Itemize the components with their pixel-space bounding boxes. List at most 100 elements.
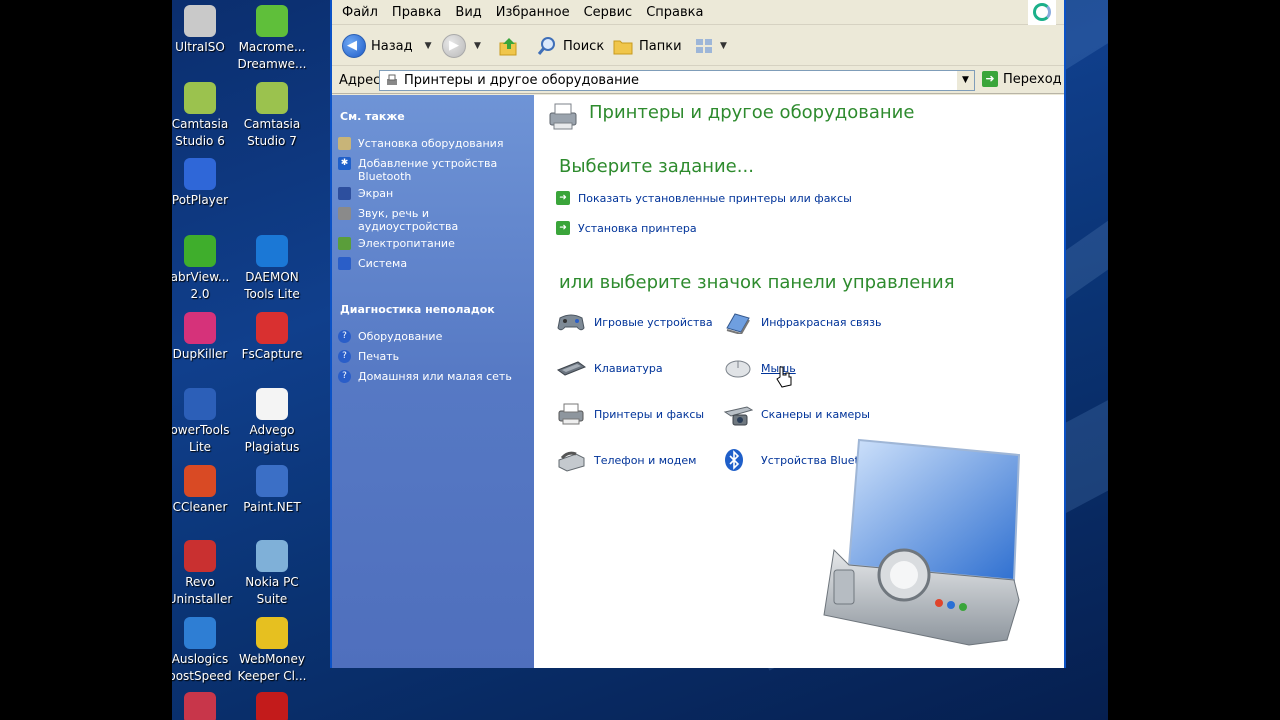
menu-edit[interactable]: Правка — [392, 5, 441, 20]
back-button[interactable]: ◀ Назад ▼ — [342, 33, 432, 59]
folders-icon — [613, 40, 633, 55]
desktop-icon-label: Nokia PC Suite — [245, 575, 299, 606]
desktop-icon-label: PotPlayer — [172, 193, 229, 207]
desktop-icon[interactable]: Macrome... Dreamwe... — [234, 5, 310, 73]
cp-item-keyboard[interactable]: Клавиатура — [556, 356, 663, 380]
desktop-icon[interactable]: Nokia PC Suite — [234, 540, 310, 608]
menu-view[interactable]: Вид — [455, 5, 481, 20]
help-icon: ? — [338, 370, 351, 383]
views-dropdown-icon[interactable]: ▼ — [720, 41, 727, 51]
forward-button[interactable]: ▶ ▼ — [442, 33, 481, 59]
see-also-title: См. также — [340, 110, 405, 123]
views-button[interactable]: ▼ — [694, 33, 727, 59]
forward-arrow-icon: ▶ — [442, 34, 466, 58]
hand-cursor-icon — [776, 366, 792, 388]
troubleshoot-item-printing[interactable]: ? Печать — [338, 350, 528, 363]
desktop-icon[interactable]: abrView... 2.0 — [172, 235, 238, 303]
folders-button[interactable]: Папки — [612, 33, 682, 59]
see-also-label: Система — [358, 257, 408, 270]
desktop-icon-label: FsCapture — [241, 347, 303, 361]
address-value: Принтеры и другое оборудование — [404, 73, 640, 88]
desktop-icon[interactable] — [234, 692, 310, 720]
revo-icon — [184, 540, 216, 572]
cp-item-printers-faxes[interactable]: Принтеры и факсы — [556, 402, 704, 426]
see-also-item-hardware-install[interactable]: Установка оборудования — [338, 137, 528, 150]
desktop-icon-label: Camtasia Studio 7 — [243, 117, 301, 148]
desktop-icon-label: Camtasia Studio 6 — [172, 117, 229, 148]
desktop-icon[interactable]: Revo Uninstaller — [172, 540, 238, 608]
up-folder-button[interactable] — [498, 33, 520, 59]
cp-item-label: Инфракрасная связь — [761, 315, 882, 329]
potplayer-icon — [184, 158, 216, 190]
page-title: Принтеры и другое оборудование — [589, 102, 915, 123]
desktop-icon-label: DAEMON Tools Lite — [244, 270, 300, 301]
nokia-icon — [256, 540, 288, 572]
desktop-icon[interactable]: Auslogics oostSpeed — [172, 617, 238, 685]
help-icon: ? — [338, 350, 351, 363]
dupkiller-icon — [184, 312, 216, 344]
desktop-icon[interactable]: WebMoney Keeper Cl... — [234, 617, 310, 685]
cp-item-phone-modem[interactable]: Телефон и модем — [556, 448, 696, 472]
see-also-item-sound[interactable]: Звук, речь и аудиоустройства — [338, 207, 528, 233]
desktop-icon-label: Revo Uninstaller — [172, 575, 233, 606]
troubleshoot-item-hardware[interactable]: ? Оборудование — [338, 330, 528, 343]
desktop-icon[interactable]: PotPlayer — [172, 158, 238, 209]
desktop-icon[interactable]: Camtasia Studio 6 — [172, 82, 238, 150]
powertools-icon — [184, 388, 216, 420]
infrared-icon — [726, 313, 750, 334]
go-button[interactable]: ➜ Переход — [982, 71, 1062, 87]
cp-item-label: Сканеры и камеры — [761, 407, 870, 421]
desktop-icon[interactable] — [172, 692, 238, 720]
forward-dropdown-icon[interactable]: ▼ — [474, 41, 481, 51]
address-dropdown-icon[interactable]: ▼ — [957, 71, 974, 90]
see-also-label: Звук, речь и аудиоустройства — [358, 207, 459, 233]
desktop-icon[interactable]: CCleaner — [172, 465, 238, 516]
address-field[interactable]: Принтеры и другое оборудование ▼ — [379, 70, 975, 91]
paintnet-icon — [256, 465, 288, 497]
cp-item-scanners-cameras[interactable]: Сканеры и камеры — [723, 402, 870, 426]
address-bar: Адрес: Принтеры и другое оборудование ▼ … — [332, 67, 1064, 94]
filezilla-icon — [256, 692, 288, 720]
task-show-printers[interactable]: ➜ Показать установленные принтеры или фа… — [556, 191, 852, 205]
see-also-item-add-bluetooth[interactable]: ✱ Добавление устройства Bluetooth — [338, 157, 528, 183]
see-also-item-power[interactable]: Электропитание — [338, 237, 528, 250]
fscapture-icon — [256, 312, 288, 344]
menu-tools[interactable]: Сервис — [584, 5, 633, 20]
up-folder-icon — [499, 38, 517, 56]
desktop-icon-label: abrView... 2.0 — [172, 270, 230, 301]
desktop-icon-label: WebMoney Keeper Cl... — [237, 652, 307, 683]
sound-icon — [338, 207, 351, 220]
hardware-install-icon — [338, 137, 351, 150]
toolbar: ◀ Назад ▼ ▶ ▼ Поиск Папки ▼ — [332, 26, 1064, 66]
desktop-icon-label: DupKiller — [172, 347, 228, 361]
back-dropdown-icon[interactable]: ▼ — [425, 41, 432, 51]
desktop-icon-label: CCleaner — [172, 500, 228, 514]
desktop-icon[interactable]: Paint.NET — [234, 465, 310, 516]
power-icon — [338, 237, 351, 250]
desktop-icon[interactable]: FsCapture — [234, 312, 310, 363]
desktop-icon[interactable]: UltraISO — [172, 5, 238, 56]
ccleaner-icon — [184, 465, 216, 497]
troubleshoot-item-network[interactable]: ? Домашняя или малая сеть — [338, 370, 528, 383]
menu-file[interactable]: Файл — [342, 5, 378, 20]
desktop-icon-label: Paint.NET — [243, 500, 301, 514]
auslogics-icon — [184, 617, 216, 649]
menu-help[interactable]: Справка — [646, 5, 703, 20]
desktop-icon[interactable]: Advego Plagiatus — [234, 388, 310, 456]
desktop-icon-label: UltraISO — [175, 40, 225, 54]
cp-item-game-controllers[interactable]: Игровые устройства — [556, 310, 713, 334]
see-also-item-display[interactable]: Экран — [338, 187, 528, 200]
bluetooth-small-icon: ✱ — [338, 157, 351, 170]
desktop-icon[interactable]: Camtasia Studio 7 — [234, 82, 310, 150]
letterbox-right — [1108, 0, 1280, 720]
desktop-icon[interactable]: DAEMON Tools Lite — [234, 235, 310, 303]
camtasia-icon — [184, 82, 216, 114]
task-add-printer[interactable]: ➜ Установка принтера — [556, 221, 697, 235]
menu-favorites[interactable]: Избранное — [496, 5, 570, 20]
see-also-item-system[interactable]: Система — [338, 257, 528, 270]
desktop-icon[interactable]: DupKiller — [172, 312, 238, 363]
go-label: Переход — [1003, 71, 1062, 87]
desktop-icon[interactable]: owerTools Lite — [172, 388, 238, 456]
search-button[interactable]: Поиск — [536, 33, 604, 59]
cp-item-infrared[interactable]: Инфракрасная связь — [723, 310, 882, 334]
